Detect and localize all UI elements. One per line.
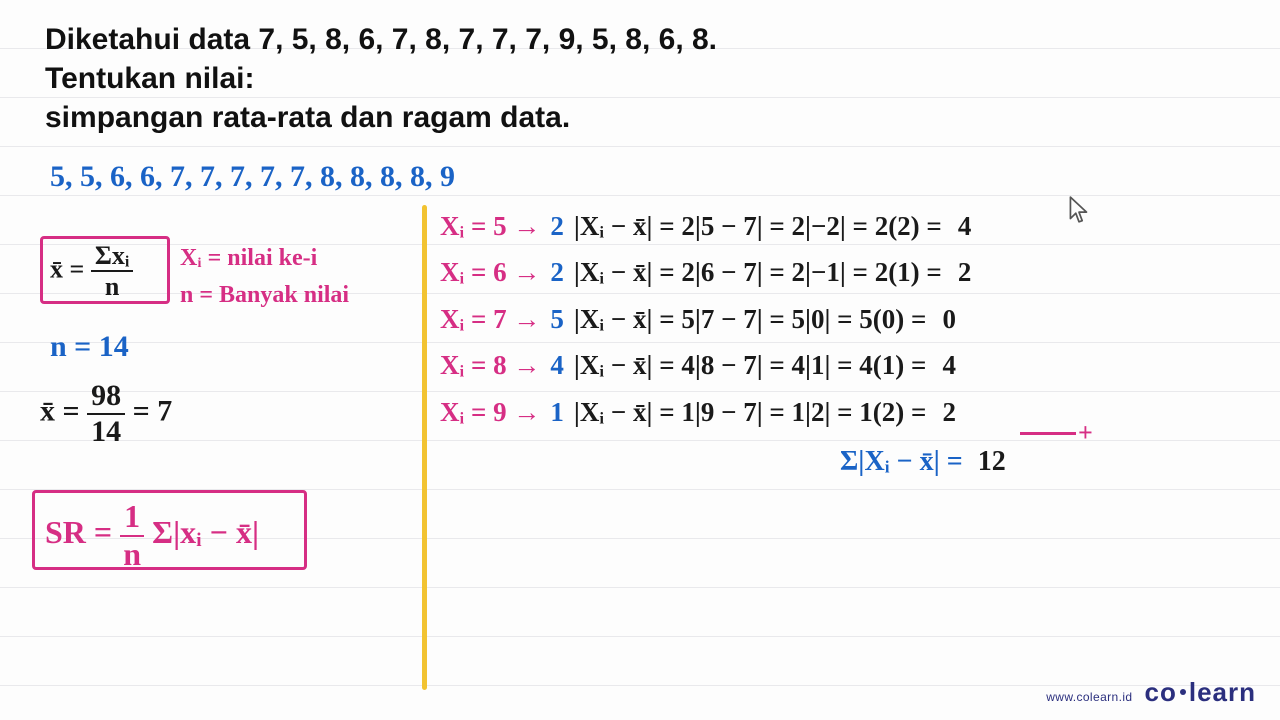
xbar-frac: 98 14 — [87, 380, 125, 447]
res-5: 4 — [958, 203, 972, 249]
xi-6: Xᵢ = 6 → — [440, 249, 540, 295]
sum-line: Σ|Xᵢ − x̄| = 12 — [840, 446, 1006, 478]
calc-row-5: Xᵢ = 5 → 2 |Xᵢ − x̄| = 2|5 − 7| = 2|−2| … — [440, 203, 971, 249]
expr-9: |Xᵢ − x̄| = 1|9 − 7| = 1|2| = 1(2) = — [574, 389, 927, 435]
mean-lhs: x̄ = — [50, 254, 84, 283]
sr-formula: SR = 1 n Σ|xᵢ − x̄| — [45, 500, 259, 571]
mean-num: Σxᵢ — [91, 242, 134, 272]
xi-7: Xᵢ = 7 → — [440, 296, 540, 342]
sr-n: n — [120, 537, 144, 572]
n-value: n = 14 — [50, 330, 129, 364]
res-6: 2 — [958, 249, 972, 295]
question-text: Diketahui data 7, 5, 8, 6, 7, 8, 7, 7, 7… — [45, 20, 1240, 137]
brand-logo-b: learn — [1189, 677, 1256, 707]
mean-formula: x̄ = Σxᵢ n — [50, 242, 133, 301]
mean-fraction: Σxᵢ n — [91, 242, 134, 301]
xbar-rhs: = 7 — [133, 394, 173, 427]
formula-notes: Xᵢ = nilai ke-i n = Banyak nilai — [180, 240, 349, 314]
xi-8: Xᵢ = 8 → — [440, 342, 540, 388]
sorted-data: 5, 5, 6, 6, 7, 7, 7, 7, 7, 8, 8, 8, 8, 9 — [50, 160, 455, 194]
sum-label: Σ|Xᵢ − x̄| = — [840, 446, 963, 477]
res-9: 2 — [942, 389, 956, 435]
note-n: n = Banyak nilai — [180, 277, 349, 314]
res-8: 4 — [942, 342, 956, 388]
calc-row-7: Xᵢ = 7 → 5 |Xᵢ − x̄| = 5|7 − 7| = 5|0| =… — [440, 296, 971, 342]
expr-5: |Xᵢ − x̄| = 2|5 − 7| = 2|−2| = 2(2) = — [574, 203, 942, 249]
brand-logo: colearn — [1145, 677, 1257, 708]
sum-underline — [1020, 432, 1076, 435]
brand-dot-icon — [1180, 689, 1186, 695]
xbar-calc: x̄ = 98 14 = 7 — [40, 380, 172, 447]
question-line-3: simpangan rata-rata dan ragam data. — [45, 98, 1240, 137]
mean-den: n — [91, 272, 134, 300]
calc-row-6: Xᵢ = 6 → 2 |Xᵢ − x̄| = 2|6 − 7| = 2|−1| … — [440, 249, 971, 295]
cursor-icon — [1066, 195, 1092, 225]
calc-row-8: Xᵢ = 8 → 4 |Xᵢ − x̄| = 4|8 − 7| = 4|1| =… — [440, 342, 971, 388]
f-7: 5 — [550, 296, 564, 342]
sr-frac: 1 n — [120, 500, 144, 571]
calc-column: Xᵢ = 5 → 2 |Xᵢ − x̄| = 2|5 − 7| = 2|−2| … — [440, 203, 971, 435]
brand-url: www.colearn.id — [1046, 690, 1132, 704]
sr-one: 1 — [120, 500, 144, 537]
f-6: 2 — [550, 249, 564, 295]
xi-9: Xᵢ = 9 → — [440, 389, 540, 435]
question-line-2: Tentukan nilai: — [45, 59, 1240, 98]
sr-lhs: SR = — [45, 514, 112, 550]
brand-footer: www.colearn.id colearn — [1046, 677, 1256, 708]
f-9: 1 — [550, 389, 564, 435]
xbar-lhs: x̄ = — [40, 394, 80, 427]
expr-7: |Xᵢ − x̄| = 5|7 − 7| = 5|0| = 5(0) = — [574, 296, 927, 342]
whiteboard: Diketahui data 7, 5, 8, 6, 7, 8, 7, 7, 7… — [0, 0, 1280, 720]
divider-vertical — [422, 205, 427, 690]
xi-5: Xᵢ = 5 → — [440, 203, 540, 249]
note-xi: Xᵢ = nilai ke-i — [180, 240, 349, 277]
plus-sign: + — [1078, 418, 1093, 448]
brand-logo-a: co — [1145, 677, 1177, 707]
xbar-num: 98 — [87, 380, 125, 415]
f-5: 2 — [550, 203, 564, 249]
sr-sum: Σ|xᵢ − x̄| — [152, 514, 259, 550]
expr-8: |Xᵢ − x̄| = 4|8 − 7| = 4|1| = 4(1) = — [574, 342, 927, 388]
question-line-1: Diketahui data 7, 5, 8, 6, 7, 8, 7, 7, 7… — [45, 20, 1240, 59]
expr-6: |Xᵢ − x̄| = 2|6 − 7| = 2|−1| = 2(1) = — [574, 249, 942, 295]
sum-value: 12 — [978, 446, 1006, 477]
xbar-den: 14 — [87, 415, 125, 448]
res-7: 0 — [942, 296, 956, 342]
f-8: 4 — [550, 342, 564, 388]
calc-row-9: Xᵢ = 9 → 1 |Xᵢ − x̄| = 1|9 − 7| = 1|2| =… — [440, 389, 971, 435]
